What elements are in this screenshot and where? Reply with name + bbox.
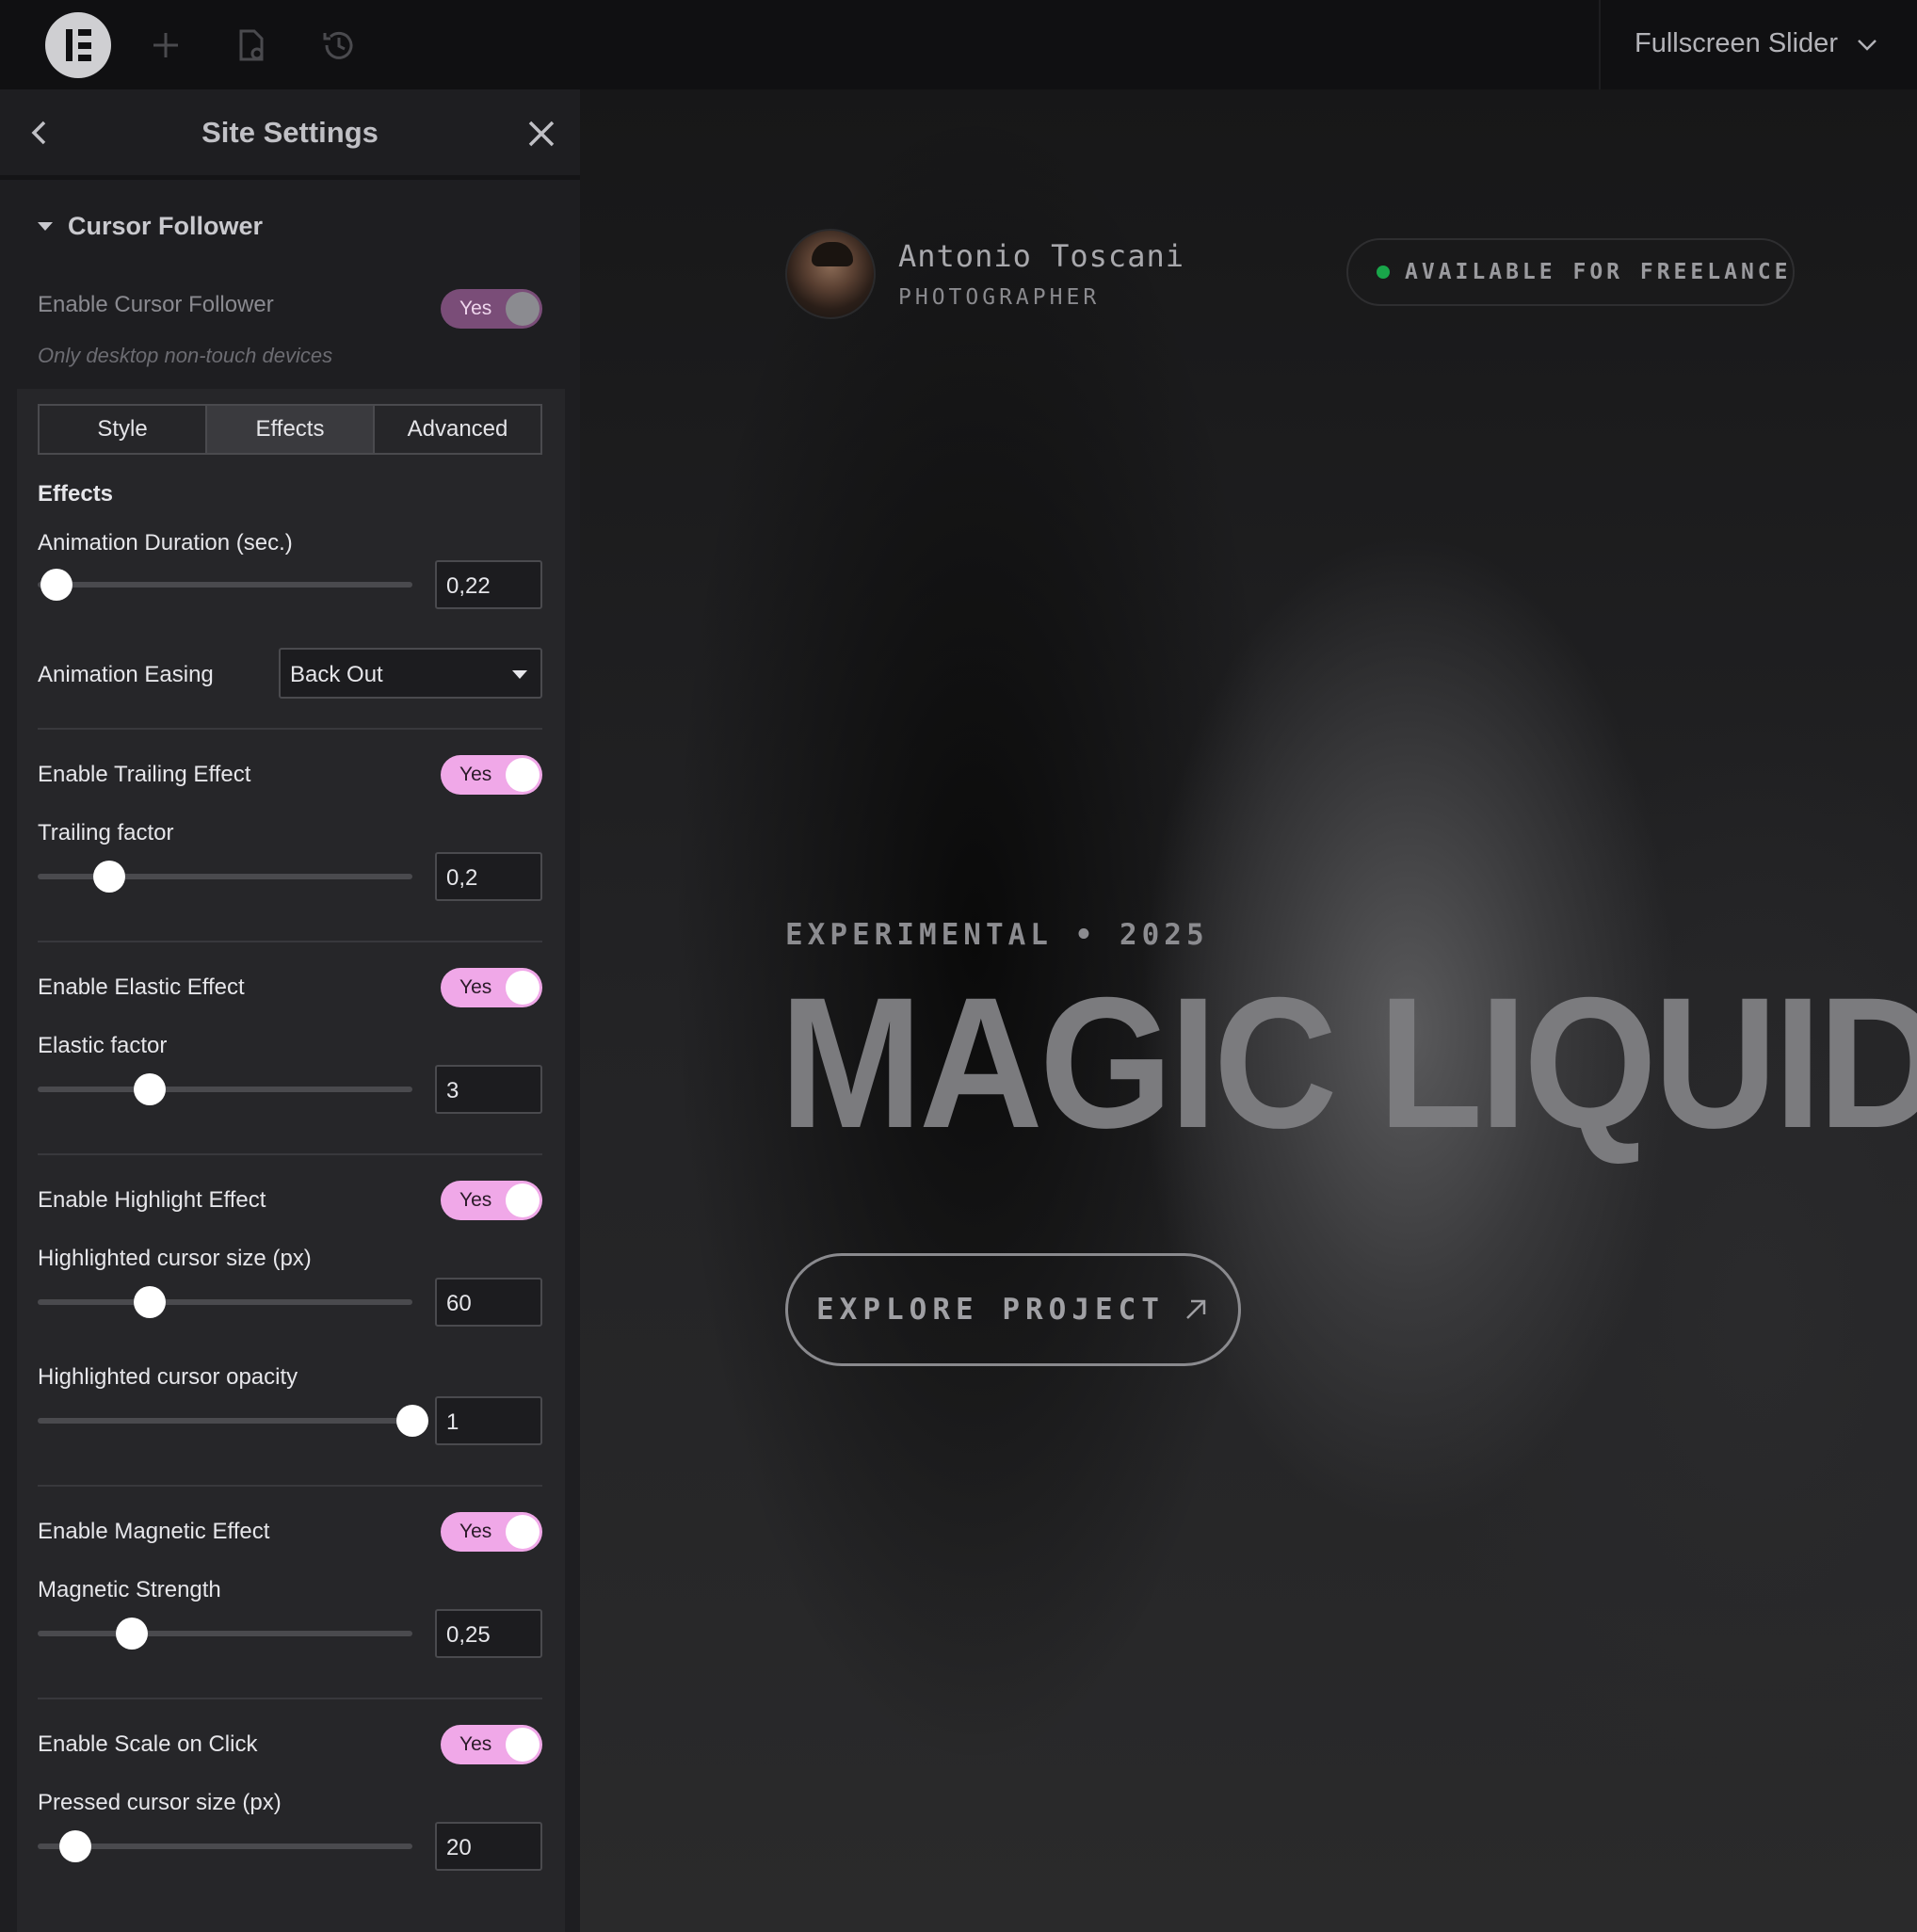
- divider: [38, 941, 542, 942]
- page-settings-icon[interactable]: [232, 25, 271, 65]
- slider-thumb[interactable]: [134, 1073, 167, 1105]
- cta-label: EXPLORE PROJECT: [816, 1293, 1165, 1327]
- hero-headline: MAGIC LIQUID: [780, 958, 1917, 1167]
- highlight-opacity-slider[interactable]: [38, 1405, 428, 1437]
- toggle-text: Yes: [459, 298, 492, 319]
- elastic-factor-label: Elastic factor: [38, 1033, 168, 1058]
- pressed-size-label: Pressed cursor size (px): [38, 1790, 282, 1815]
- author-name: Antonio Toscani: [898, 238, 1184, 274]
- toggle-knob: [506, 292, 540, 326]
- add-icon[interactable]: [146, 25, 185, 65]
- page-selector-label: Fullscreen Slider: [1635, 28, 1838, 58]
- enable-cursor-follower-label: Enable Cursor Follower: [38, 292, 274, 317]
- animation-easing-select[interactable]: Back Out: [279, 648, 542, 699]
- panel-header: Site Settings: [0, 89, 580, 180]
- magnetic-strength-slider[interactable]: [38, 1618, 412, 1650]
- close-icon[interactable]: [524, 116, 559, 152]
- group-heading: Effects: [38, 481, 114, 507]
- trailing-factor-input[interactable]: 0,2: [435, 852, 542, 901]
- magnetic-toggle[interactable]: Yes: [441, 1512, 542, 1552]
- tab-advanced[interactable]: Advanced: [375, 406, 540, 453]
- settings-panel: Site Settings Cursor Follower Enable Cur…: [0, 89, 580, 1932]
- magnetic-toggle-label: Enable Magnetic Effect: [38, 1519, 270, 1544]
- slider-thumb[interactable]: [115, 1618, 148, 1650]
- section-toggle-cursor-follower[interactable]: Cursor Follower: [38, 212, 263, 241]
- elastic-toggle-label: Enable Elastic Effect: [38, 974, 245, 1000]
- elastic-factor-slider[interactable]: [38, 1073, 412, 1105]
- toggle-text: Yes: [459, 1733, 492, 1755]
- pressed-size-slider[interactable]: [38, 1830, 412, 1862]
- slider-thumb[interactable]: [134, 1286, 167, 1318]
- slider-thumb[interactable]: [58, 1830, 91, 1862]
- trailing-factor-slider[interactable]: [38, 861, 412, 893]
- caret-down-icon: [38, 222, 53, 231]
- divider: [38, 1153, 542, 1155]
- highlight-opacity-label: Highlighted cursor opacity: [38, 1364, 298, 1390]
- panel-title: Site Settings: [201, 116, 379, 149]
- tab-effects[interactable]: Effects: [207, 406, 375, 453]
- trailing-toggle-label: Enable Trailing Effect: [38, 762, 251, 787]
- availability-badge: AVAILABLE FOR FREELANCE: [1346, 238, 1795, 306]
- magnetic-strength-label: Magnetic Strength: [38, 1577, 221, 1602]
- page-selector[interactable]: Fullscreen Slider: [1599, 0, 1917, 89]
- highlight-size-label: Highlighted cursor size (px): [38, 1246, 312, 1271]
- elastic-toggle[interactable]: Yes: [441, 968, 542, 1007]
- toggle-knob: [506, 971, 540, 1005]
- highlight-opacity-input[interactable]: 1: [435, 1396, 542, 1445]
- explore-project-button[interactable]: EXPLORE PROJECT: [785, 1253, 1241, 1366]
- magnetic-strength-input[interactable]: 0,25: [435, 1609, 542, 1658]
- animation-duration-input[interactable]: 0,22: [435, 560, 542, 609]
- toggle-text: Yes: [459, 976, 492, 998]
- arrow-up-right-icon: [1186, 1299, 1206, 1319]
- hint-text: Only desktop non-touch devices: [38, 344, 333, 367]
- toggle-knob: [506, 1183, 540, 1217]
- highlight-size-slider[interactable]: [38, 1286, 412, 1318]
- select-value: Back Out: [290, 662, 383, 687]
- elementor-logo-icon[interactable]: [45, 12, 111, 78]
- status-dot-icon: [1377, 266, 1390, 279]
- divider: [38, 1485, 542, 1487]
- scale-click-toggle-label: Enable Scale on Click: [38, 1731, 258, 1757]
- availability-text: AVAILABLE FOR FREELANCE: [1405, 260, 1792, 284]
- slider-thumb[interactable]: [92, 861, 125, 893]
- section-title: Cursor Follower: [68, 212, 264, 240]
- trailing-factor-label: Trailing factor: [38, 820, 174, 845]
- avatar: [785, 229, 876, 319]
- toggle-text: Yes: [459, 1521, 492, 1542]
- toggle-text: Yes: [459, 764, 492, 785]
- toggle-text: Yes: [459, 1189, 492, 1211]
- elastic-factor-input[interactable]: 3: [435, 1065, 542, 1114]
- author-role: PHOTOGRAPHER: [898, 285, 1101, 310]
- effects-group: Style Effects Advanced Effects Animation…: [17, 389, 565, 1932]
- page-preview: Antonio Toscani PHOTOGRAPHER AVAILABLE F…: [580, 89, 1917, 1932]
- animation-easing-label: Animation Easing: [38, 662, 214, 687]
- slider-thumb[interactable]: [396, 1405, 428, 1437]
- highlight-toggle[interactable]: Yes: [441, 1181, 542, 1220]
- animation-duration-label: Animation Duration (sec.): [38, 530, 293, 555]
- editor-topbar: Fullscreen Slider: [0, 0, 1917, 89]
- trailing-toggle[interactable]: Yes: [441, 755, 542, 795]
- animation-duration-slider[interactable]: [38, 569, 412, 601]
- hero-eyebrow: EXPERIMENTAL • 2025: [785, 918, 1209, 952]
- tab-bar: Style Effects Advanced: [38, 404, 542, 455]
- enable-cursor-follower-toggle[interactable]: Yes: [441, 289, 542, 329]
- toggle-knob: [506, 1728, 540, 1762]
- tab-style[interactable]: Style: [40, 406, 207, 453]
- toggle-knob: [506, 758, 540, 792]
- caret-down-icon: [512, 670, 527, 679]
- chevron-down-icon: [1858, 40, 1877, 51]
- scale-click-toggle[interactable]: Yes: [441, 1725, 542, 1764]
- highlight-toggle-label: Enable Highlight Effect: [38, 1187, 266, 1213]
- divider: [38, 1698, 542, 1699]
- toggle-knob: [506, 1515, 540, 1549]
- history-icon[interactable]: [319, 25, 359, 65]
- pressed-size-input[interactable]: 20: [435, 1822, 542, 1871]
- divider: [38, 728, 542, 730]
- slider-thumb[interactable]: [40, 569, 72, 601]
- highlight-size-input[interactable]: 60: [435, 1278, 542, 1327]
